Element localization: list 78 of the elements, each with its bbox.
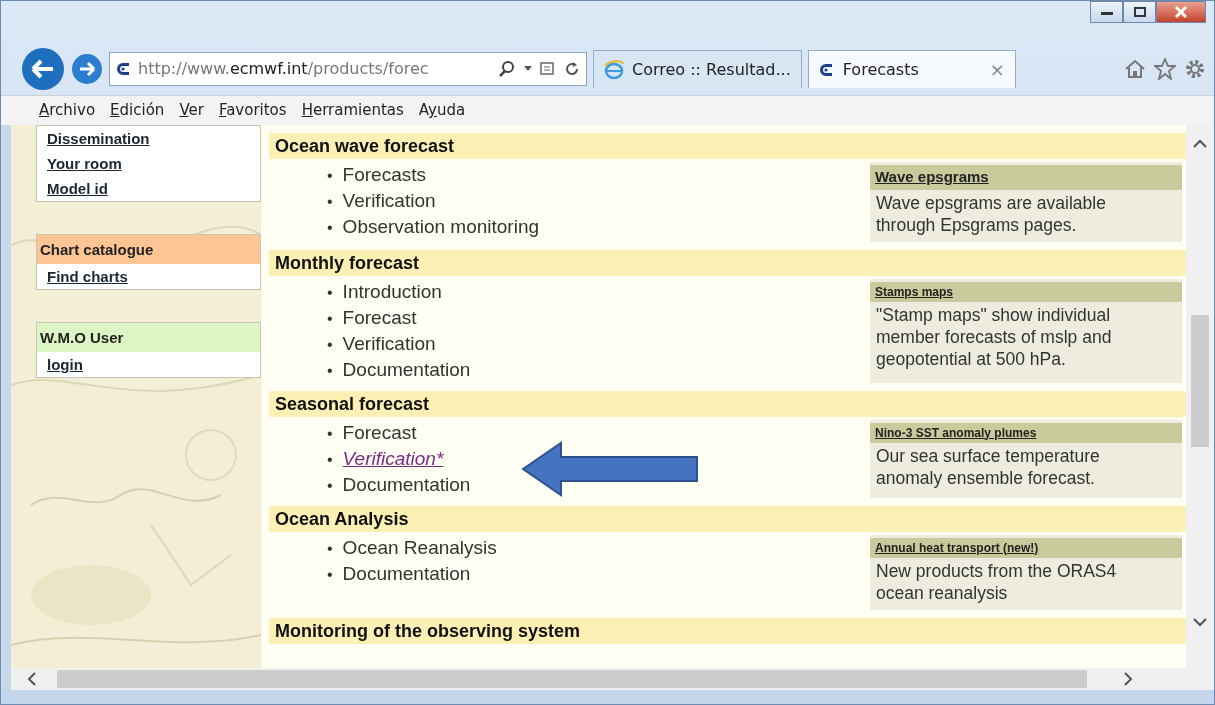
info-box-link[interactable]: Wave epsgrams <box>870 165 1182 190</box>
section-heading: Ocean Analysis <box>269 505 1186 532</box>
bullet: • <box>327 219 333 236</box>
sidebar-link[interactable]: Find charts <box>37 264 260 289</box>
minimize-button[interactable] <box>1090 1 1123 23</box>
product-link[interactable]: Forecast <box>342 306 417 328</box>
sidebar-link[interactable]: Dissemination <box>37 126 260 151</box>
product-link[interactable]: Documentation <box>342 473 471 495</box>
browser-tab[interactable]: Forecasts × <box>807 50 1016 88</box>
info-box-link[interactable]: Nino-3 SST anomaly plumes <box>870 422 1182 443</box>
product-link[interactable]: Forecast <box>342 421 417 443</box>
menu-item[interactable]: Favoritos <box>218 99 287 122</box>
scrollbar-thumb[interactable] <box>57 670 1087 688</box>
maximize-button[interactable] <box>1123 1 1156 23</box>
info-box-text: "Stamp maps" show individual member forecasts of mslp and geopotential at 500 hPa. <box>875 303 1113 371</box>
maximize-icon <box>1133 7 1146 17</box>
scroll-right-icon[interactable] <box>1123 672 1133 686</box>
caret-icon[interactable] <box>524 66 532 72</box>
info-box-text: New products from the ORAS4 ocean reanalysis <box>875 559 1118 605</box>
refresh-icon[interactable] <box>564 61 580 77</box>
product-link[interactable]: Observation monitoring <box>342 216 540 237</box>
browser-icon <box>604 59 624 80</box>
bullet: • <box>327 167 333 184</box>
horizontal-scrollbar[interactable] <box>1 668 1214 690</box>
bullet: • <box>327 476 333 494</box>
product-link[interactable]: Ocean Reanalysis <box>342 536 497 558</box>
section-heading: Monthly forecast <box>269 249 1186 276</box>
menu-item[interactable]: Ver <box>179 99 204 122</box>
bullet: • <box>327 283 333 301</box>
info-box-link[interactable]: Annual heat transport (new!) <box>870 537 1182 558</box>
sidebar-link[interactable]: Your room <box>37 151 260 176</box>
product-link[interactable]: Verification <box>342 332 436 354</box>
compat-view-icon[interactable] <box>540 61 556 77</box>
home-icon[interactable] <box>1124 58 1146 80</box>
product-link[interactable]: Forecasts <box>342 164 427 185</box>
settings-icon[interactable] <box>1184 58 1206 80</box>
bullet: • <box>327 450 333 468</box>
scroll-up-icon[interactable] <box>1193 139 1207 149</box>
product-link[interactable]: Introduction <box>342 280 442 302</box>
sidebar-link[interactable]: login <box>37 352 260 377</box>
bullet: • <box>327 565 333 583</box>
sidebar-heading: Chart catalogue <box>37 235 260 264</box>
search-icon[interactable] <box>498 60 516 78</box>
close-icon <box>1175 6 1187 18</box>
bullet: • <box>327 361 333 379</box>
site-logo-icon <box>116 61 132 77</box>
product-link[interactable]: Documentation <box>342 358 471 380</box>
section-heading: Monitoring of the observing system <box>269 617 1186 644</box>
scrollbar-thumb[interactable] <box>1191 315 1209 447</box>
menu-item[interactable]: Archivo <box>39 99 96 122</box>
bullet: • <box>327 309 333 327</box>
forward-icon[interactable] <box>71 53 103 85</box>
info-box-text: Our sea surface temperature anomaly ensemble forecast. <box>875 444 1101 490</box>
menu-item[interactable]: Edición <box>110 99 165 122</box>
site-logo-icon <box>818 61 835 78</box>
star-icon[interactable] <box>1154 58 1176 80</box>
bullet: • <box>327 335 333 353</box>
product-link[interactable]: Verification <box>342 190 436 211</box>
minimize-icon <box>1100 9 1113 15</box>
section-heading: Seasonal forecast <box>269 390 1186 417</box>
product-link[interactable]: Documentation <box>342 562 471 584</box>
back-icon[interactable] <box>21 47 65 91</box>
close-button[interactable] <box>1156 1 1206 23</box>
section-heading: Ocean wave forecast <box>269 133 1186 159</box>
bullet: • <box>327 424 333 442</box>
sidebar-link[interactable]: Model id <box>37 176 260 201</box>
address-field[interactable]: http://www.ecmwf.int/products/forec <box>109 52 587 86</box>
menu-item[interactable]: Herramientas <box>301 99 404 122</box>
info-box-text: Wave epsgrams are available through Epsgrams pages. <box>875 191 1107 237</box>
bullet: • <box>327 193 333 210</box>
browser-tab[interactable]: Correo :: Resultad... <box>593 50 802 88</box>
scroll-down-icon[interactable] <box>1193 617 1207 627</box>
product-link[interactable]: Verification* <box>342 447 444 469</box>
bullet: • <box>327 539 333 557</box>
menu-item[interactable]: Ayuda <box>418 99 466 122</box>
info-box-link[interactable]: Stamps maps <box>870 281 1182 302</box>
scroll-left-icon[interactable] <box>27 672 37 686</box>
sidebar-heading: W.M.O User <box>37 323 260 352</box>
